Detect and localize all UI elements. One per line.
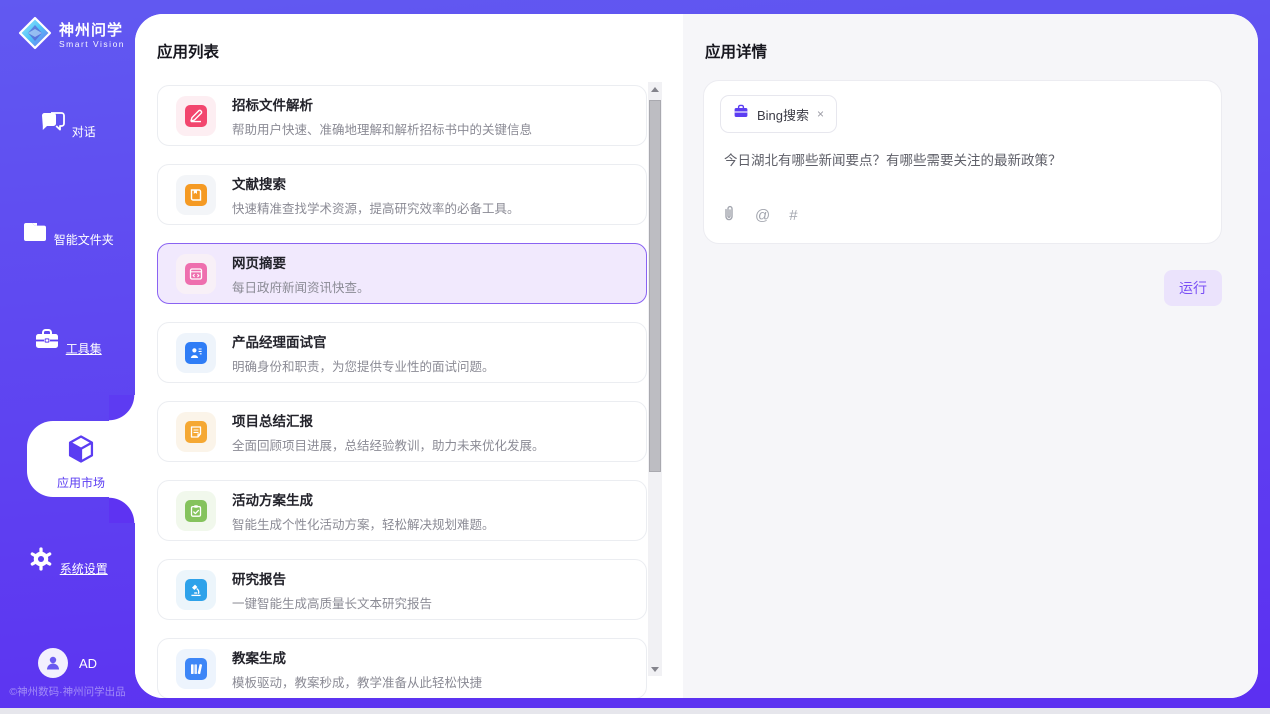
sidebar: 神州问学 Smart Vision 对话 智能文件夹 [0, 0, 135, 714]
sidebar-item-smart-folder[interactable]: 智能文件夹 [0, 220, 135, 249]
app-icon-tile [176, 96, 216, 136]
app-detail-title: 应用详情 [705, 40, 767, 62]
app-list-panel: 应用列表 招标文件解析 帮助用户快速、准确地理解和解析招标书中的关键信息 [135, 14, 683, 698]
app-card-desc: 明确身份和职责，为您提供专业性的面试问题。 [232, 356, 495, 375]
app-card-title: 活动方案生成 [232, 489, 495, 509]
app-card-bid-analysis[interactable]: 招标文件解析 帮助用户快速、准确地理解和解析招标书中的关键信息 [157, 85, 647, 146]
folder-icon [21, 220, 49, 249]
sidebar-item-label: 应用市场 [27, 474, 135, 491]
brand-diamond-icon [18, 16, 52, 55]
app-card-lesson-plan[interactable]: 教案生成 模板驱动，教案秒成，教学准备从此轻松快捷 [157, 638, 647, 698]
list-scrollbar[interactable] [648, 82, 662, 676]
app-card-title: 网页摘要 [232, 252, 370, 272]
app-icon-tile [176, 254, 216, 294]
scroll-down-button[interactable] [648, 662, 662, 676]
run-row: 运行 [1164, 270, 1222, 306]
main-content: 应用列表 招标文件解析 帮助用户快速、准确地理解和解析招标书中的关键信息 [135, 14, 1258, 698]
toolbox-icon [33, 327, 61, 358]
sidebar-item-app-market[interactable]: 应用市场 [27, 421, 135, 497]
brand-subtitle: Smart Vision [59, 39, 125, 49]
app-list: 招标文件解析 帮助用户快速、准确地理解和解析招标书中的关键信息 文献搜索 快速精… [157, 85, 647, 698]
app-card-title: 招标文件解析 [232, 94, 532, 114]
sidebar-item-toolbox[interactable]: 工具集 [0, 327, 135, 358]
sidebar-item-chat[interactable]: 对话 [0, 110, 135, 141]
brand-name: 神州问学 [59, 22, 125, 39]
sidebar-item-label: 工具集 [66, 340, 102, 357]
app-card-title: 教案生成 [232, 647, 482, 667]
app-icon-tile [176, 491, 216, 531]
app-card-research-report[interactable]: 研究报告 一键智能生成高质量长文本研究报告 [157, 559, 647, 620]
interview-icon [185, 342, 207, 364]
gear-icon [27, 545, 55, 578]
app-card-desc: 一键智能生成高质量长文本研究报告 [232, 593, 432, 612]
app-card-title: 文献搜索 [232, 173, 520, 193]
app-detail-panel: 应用详情 Bing搜索 × 今日湖北有哪些新闻要点？有哪些需要关注的最新政策？ [683, 14, 1258, 698]
user-name: AD [79, 656, 97, 671]
app-card-event-plan[interactable]: 活动方案生成 智能生成个性化活动方案，轻松解决规划难题。 [157, 480, 647, 541]
attachment-toolbar: @ # [722, 205, 798, 227]
avatar [38, 648, 68, 678]
prompt-card[interactable]: Bing搜索 × 今日湖北有哪些新闻要点？有哪些需要关注的最新政策？ @ # [703, 80, 1222, 244]
query-input[interactable]: 今日湖北有哪些新闻要点？有哪些需要关注的最新政策？ [724, 151, 1201, 171]
app-card-desc: 快速精准查找学术资源，提高研究效率的必备工具。 [232, 198, 520, 217]
app-card-desc: 智能生成个性化活动方案，轻松解决规划难题。 [232, 514, 495, 533]
cube-icon [65, 433, 97, 470]
app-list-title: 应用列表 [157, 40, 219, 62]
hashtag-icon[interactable]: # [789, 208, 797, 224]
clipboard-icon [185, 500, 207, 522]
scroll-up-button[interactable] [648, 82, 662, 96]
app-card-desc: 帮助用户快速、准确地理解和解析招标书中的关键信息 [232, 119, 532, 138]
triangle-down-icon [651, 667, 659, 672]
app-card-web-summary[interactable]: 网页摘要 每日政府新闻资讯快查。 [157, 243, 647, 304]
app-card-desc: 模板驱动，教案秒成，教学准备从此轻松快捷 [232, 672, 482, 691]
mention-icon[interactable]: @ [755, 208, 770, 224]
copyright-footer: ©神州数码·神州问学出品 [0, 684, 135, 699]
microscope-icon [185, 579, 207, 601]
close-icon[interactable]: × [817, 107, 824, 121]
chip-label: Bing搜索 [757, 105, 809, 124]
app-logo: 神州问学 Smart Vision [18, 16, 125, 55]
app-card-desc: 每日政府新闻资讯快查。 [232, 277, 370, 296]
app-icon-tile [176, 412, 216, 452]
note-icon [185, 421, 207, 443]
books-icon [185, 658, 207, 680]
edit-icon [185, 105, 207, 127]
sidebar-item-label: 对话 [72, 123, 96, 140]
chat-icon [39, 110, 67, 141]
app-icon-tile [176, 333, 216, 373]
user-account[interactable]: AD [0, 648, 135, 678]
app-card-title: 研究报告 [232, 568, 432, 588]
app-icon-tile [176, 570, 216, 610]
browser-icon [185, 263, 207, 285]
book-icon [185, 184, 207, 206]
sidebar-item-settings[interactable]: 系统设置 [0, 545, 135, 578]
bottom-strip [0, 708, 1270, 714]
app-icon-tile [176, 649, 216, 689]
sidebar-item-label: 智能文件夹 [54, 231, 114, 248]
sidebar-item-label: 系统设置 [60, 560, 108, 577]
app-icon-tile [176, 175, 216, 215]
paperclip-icon[interactable] [722, 205, 736, 227]
app-card-desc: 全面回顾项目进展，总结经验教训，助力未来优化发展。 [232, 435, 545, 454]
run-button[interactable]: 运行 [1164, 270, 1222, 306]
bing-search-chip[interactable]: Bing搜索 × [720, 95, 837, 133]
app-card-pm-interviewer[interactable]: 产品经理面试官 明确身份和职责，为您提供专业性的面试问题。 [157, 322, 647, 383]
triangle-up-icon [651, 87, 659, 92]
scrollbar-thumb[interactable] [649, 100, 661, 472]
app-card-title: 产品经理面试官 [232, 331, 495, 351]
briefcase-icon [733, 104, 749, 124]
app-card-title: 项目总结汇报 [232, 410, 545, 430]
app-card-project-summary[interactable]: 项目总结汇报 全面回顾项目进展，总结经验教训，助力未来优化发展。 [157, 401, 647, 462]
app-card-literature-search[interactable]: 文献搜索 快速精准查找学术资源，提高研究效率的必备工具。 [157, 164, 647, 225]
